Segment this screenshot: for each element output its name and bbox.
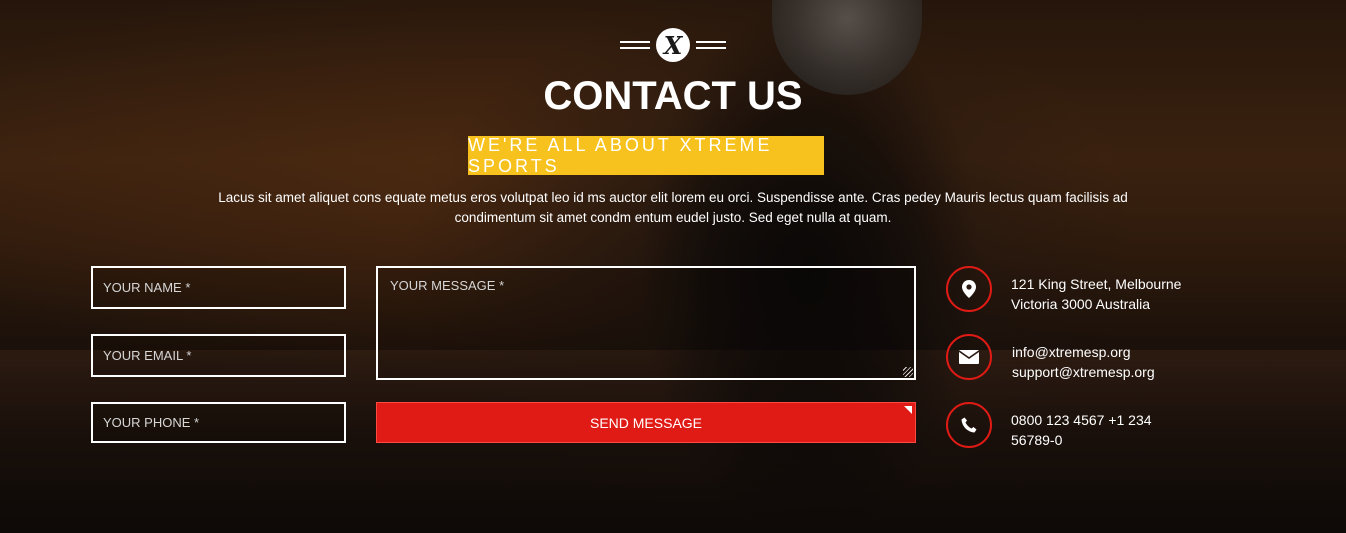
phone-field[interactable]: [91, 402, 346, 443]
page-title: CONTACT US: [543, 74, 803, 118]
email-line-2[interactable]: support@xtremesp.org: [1012, 362, 1155, 382]
logo-letter: X: [663, 30, 683, 60]
section-logo: X: [0, 28, 1346, 62]
textarea-resize-handle[interactable]: [903, 367, 913, 377]
description: Lacus sit amet aliquet cons equate metus…: [170, 188, 1176, 228]
send-message-label: SEND MESSAGE: [589, 414, 703, 431]
envelope-icon: [946, 334, 992, 380]
phone-line-2[interactable]: 56789-0: [1011, 430, 1152, 450]
logo-icon: X: [656, 28, 690, 62]
address-line-1: 121 King Street, Melbourne: [1011, 276, 1182, 292]
email-field[interactable]: [91, 334, 346, 377]
email-line-1[interactable]: info@xtremesp.org: [1012, 342, 1155, 362]
send-message-button[interactable]: SEND MESSAGE: [376, 402, 916, 443]
message-field[interactable]: [376, 266, 916, 380]
address-line-2: Victoria 3000 Australia: [1011, 296, 1151, 312]
name-field[interactable]: [91, 266, 346, 309]
email-text: info@xtremesp.org support@xtremesp.org: [1012, 342, 1155, 382]
address-text: 121 King Street, Melbourne Victoria 3000…: [1011, 274, 1181, 314]
tagline-badge: WE'RE ALL ABOUT XTREME SPORTS: [468, 135, 824, 176]
logo-line-right: [696, 41, 726, 49]
map-pin-icon: [946, 266, 992, 312]
description-line-2: condimentum sit amet condm entum eudel j…: [454, 210, 892, 225]
corner-accent: [904, 406, 912, 414]
phone-line-1[interactable]: 0800 123 4567 +1 234: [1011, 410, 1152, 430]
description-line-1: Lacus sit amet aliquet cons equate metus…: [218, 190, 1128, 205]
logo-line-left: [620, 41, 650, 49]
phone-icon: [946, 402, 992, 448]
phone-text: 0800 123 4567 +1 234 56789-0: [1011, 410, 1152, 450]
